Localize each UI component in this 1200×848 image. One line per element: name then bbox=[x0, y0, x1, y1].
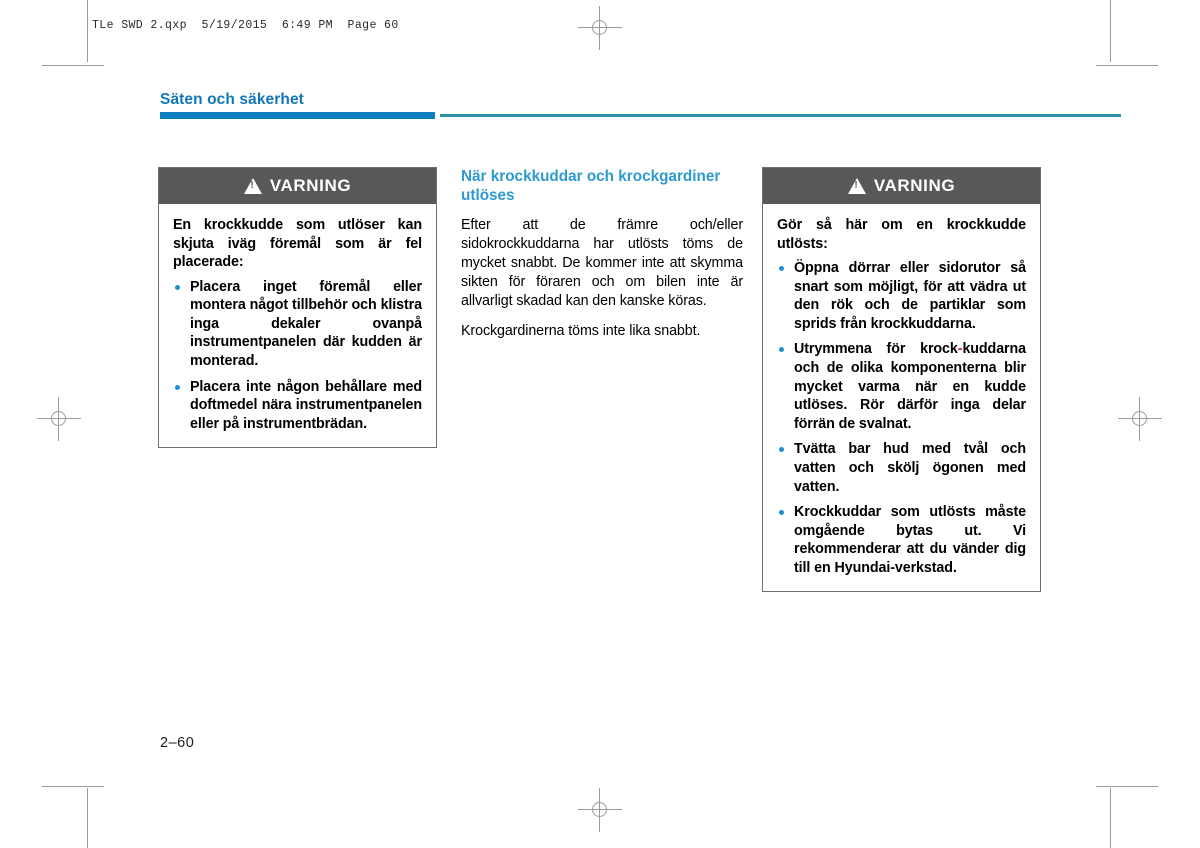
warning-label: VARNING bbox=[873, 176, 956, 195]
list-item-text: Öppna dörrar eller sidorutor så snart so… bbox=[794, 260, 1026, 332]
crop-mark-top-right-vertical bbox=[1110, 0, 1111, 62]
title-rule-thick bbox=[160, 112, 435, 119]
crop-mark-bottom-left-horizontal bbox=[42, 786, 104, 787]
list-item-text: Utrymmena för krock bbox=[794, 341, 958, 358]
title-rule-thin bbox=[440, 114, 1121, 117]
section-subheading: När krockkuddar och krockgardiner utlöse… bbox=[461, 168, 721, 205]
crop-mark-top-left-vertical bbox=[87, 0, 88, 62]
warning-triangle-icon bbox=[847, 178, 866, 194]
list-item: Krockkuddar som utlösts måste omgående b… bbox=[777, 503, 1026, 577]
column-right: VARNING Gör så här om en krockkudde utlö… bbox=[762, 167, 1041, 593]
list-item: Utrymmena för krock-kuddarna och de olik… bbox=[777, 340, 1026, 433]
page-number: 2–60 bbox=[160, 735, 195, 751]
crop-mark-bottom-left-vertical bbox=[87, 788, 88, 848]
warning-box-right-body: Gör så här om en krockkudde utlösts: Öpp… bbox=[763, 204, 1040, 591]
page-title: Säten och säkerhet bbox=[160, 91, 304, 108]
warning-box-left-header: VARNING bbox=[159, 168, 436, 204]
crop-mark-bottom-right-vertical bbox=[1110, 788, 1111, 848]
list-item-text: Tvätta bar hud med tvål och vatten och s… bbox=[794, 441, 1026, 495]
warning-box-right-header: VARNING bbox=[763, 168, 1040, 204]
registration-mark-right bbox=[1118, 397, 1162, 441]
warning-left-bullet-list: Placera inget föremål eller montera någo… bbox=[173, 278, 422, 434]
body-paragraph: Efter att de främre och/eller sidokrockk… bbox=[461, 217, 743, 310]
column-left: VARNING En krockkudde som utlöser kan sk… bbox=[158, 167, 437, 449]
warning-right-bullet-list: Öppna dörrar eller sidorutor så snart so… bbox=[777, 259, 1026, 577]
registration-mark-left bbox=[37, 397, 81, 441]
registration-mark-top bbox=[578, 6, 622, 50]
prepress-header-line: TLe SWD 2.qxp 5/19/2015 6:49 PM Page 60 bbox=[92, 19, 399, 32]
warning-left-intro: En krockkudde som utlöser kan skjuta ivä… bbox=[173, 217, 422, 271]
column-middle: När krockkuddar och krockgardiner utlöse… bbox=[461, 167, 743, 341]
warning-box-right: VARNING Gör så här om en krockkudde utlö… bbox=[762, 167, 1041, 593]
list-item: Tvätta bar hud med tvål och vatten och s… bbox=[777, 440, 1026, 496]
list-item: Placera inget föremål eller montera någo… bbox=[173, 278, 422, 371]
warning-label: VARNING bbox=[269, 176, 352, 195]
warning-box-left: VARNING En krockkudde som utlöser kan sk… bbox=[158, 167, 437, 449]
warning-triangle-icon bbox=[243, 178, 262, 194]
body-paragraph: Krockgardinerna töms inte lika snabbt. bbox=[461, 323, 701, 340]
list-item: Placera inte någon behållare med doftmed… bbox=[173, 378, 422, 434]
warning-right-intro: Gör så här om en krockkudde utlösts: bbox=[777, 217, 1026, 252]
warning-box-left-body: En krockkudde som utlöser kan skjuta ivä… bbox=[159, 204, 436, 447]
crop-mark-top-left-horizontal bbox=[42, 65, 104, 66]
list-item-text: Krockkuddar som utlösts måste omgående b… bbox=[794, 504, 1026, 576]
registration-mark-bottom bbox=[578, 788, 622, 832]
crop-mark-top-right-horizontal bbox=[1096, 65, 1158, 66]
crop-mark-bottom-right-horizontal bbox=[1096, 786, 1158, 787]
list-item: Öppna dörrar eller sidorutor så snart so… bbox=[777, 259, 1026, 333]
